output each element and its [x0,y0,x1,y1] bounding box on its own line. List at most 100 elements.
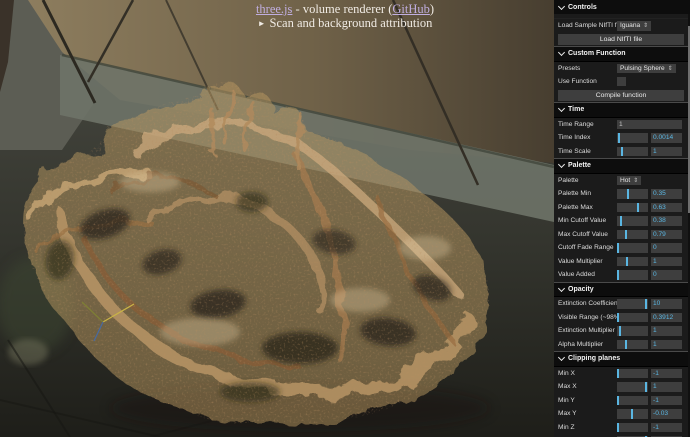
slider-handle[interactable] [618,133,620,143]
slider-handle[interactable] [617,396,619,406]
max-y-widget: -0.03 [617,409,684,419]
chevron-down-icon [558,285,565,292]
visible-range-98-slider[interactable] [617,313,648,323]
alpha-multiplier-slider[interactable] [617,340,648,350]
control-label: Value Multiplier [558,258,617,265]
extinction-multiplier-widget: 1 [617,326,684,336]
max-y-slider[interactable] [617,409,648,419]
slider-handle[interactable] [627,189,629,199]
value-multiplier-value[interactable]: 1 [651,257,682,267]
row-value-added: Value Added0 [554,268,688,282]
section-title-label: Clipping planes [568,355,620,362]
max-x-value[interactable]: 1 [651,382,682,392]
extinction-coefficient-value[interactable]: 10 [651,299,682,309]
extinction-coefficient-slider[interactable] [617,299,648,309]
slider-handle[interactable] [631,409,633,419]
control-label: Time Index [558,134,617,141]
slider-handle[interactable] [626,257,628,267]
compile-function-button[interactable]: Compile function [558,90,684,101]
extinction-coefficient-widget: 10 [617,299,684,309]
palette-max-value[interactable]: 0.63 [651,203,682,213]
section-title-custom-function[interactable]: Custom Function [554,46,688,62]
volume-renderer-app: three.js - volume renderer (GitHub) ►Sca… [0,0,690,437]
slider-handle[interactable] [617,369,619,379]
max-cutoff-value-widget: 0.79 [617,230,684,240]
min-y-value[interactable]: -1 [651,396,682,406]
control-label: Cutoff Fade Range [558,244,617,251]
max-cutoff-value-slider[interactable] [617,230,648,240]
section-title-palette[interactable]: Palette [554,158,688,174]
time-scale-value[interactable]: 1 [651,147,682,157]
slider-handle[interactable] [621,147,623,157]
github-link[interactable]: GitHub [392,2,430,16]
value-added-slider[interactable] [617,270,648,280]
value-multiplier-slider[interactable] [617,257,648,267]
control-label: Load Sample NIfTI file [558,22,617,29]
min-cutoff-value-widget: 0.38 [617,216,684,226]
title-text-close: ) [430,2,434,16]
value-added-value[interactable]: 0 [651,270,682,280]
min-z-slider[interactable] [617,423,648,433]
min-x-value[interactable]: -1 [651,369,682,379]
load-sample-nifti-file-select[interactable]: Iguana⇕ [617,21,651,31]
visible-range-98-value[interactable]: 0.3912 [651,313,682,323]
use-function-checkbox[interactable] [617,77,626,86]
palette-min-slider[interactable] [617,189,648,199]
slider-handle[interactable] [637,203,639,213]
row-time-range: Time Range1 [554,118,688,132]
min-z-value[interactable]: -1 [651,423,682,433]
section-title-label: Time [568,106,584,113]
min-y-slider[interactable] [617,396,648,406]
control-label: Use Function [558,78,617,85]
slider-handle[interactable] [617,423,619,433]
control-label: Min Y [558,397,617,404]
slider-handle[interactable] [619,326,621,336]
section-title-label: Custom Function [568,50,626,57]
slider-handle[interactable] [645,299,647,309]
use-function-widget [617,77,684,86]
controls-panel: Controls Load Sample NIfTI fileIguana⇕ Lo… [554,0,690,437]
time-scale-slider[interactable] [617,147,648,157]
chevron-down-icon [558,49,565,56]
max-x-slider[interactable] [617,382,648,392]
slider-handle[interactable] [617,313,619,323]
cutoff-fade-range-slider[interactable] [617,243,648,253]
panel-root-title[interactable]: Controls [554,0,690,15]
palette-select[interactable]: Hot⇕ [617,176,641,186]
palette-min-value[interactable]: 0.35 [651,189,682,199]
presets-select[interactable]: Pulsing Sphere⇕ [617,64,676,74]
max-cutoff-value-value[interactable]: 0.79 [651,230,682,240]
min-x-slider[interactable] [617,369,648,379]
time-index-slider[interactable] [617,133,648,143]
time-range-widget: 1 [617,120,684,130]
min-cutoff-value-slider[interactable] [617,216,648,226]
slider-handle[interactable] [625,230,627,240]
slider-handle[interactable] [645,382,647,392]
extinction-multiplier-value[interactable]: 1 [651,326,682,336]
row-visible-range-98: Visible Range (~98%)0.3912 [554,311,688,325]
control-label: Min Z [558,424,617,431]
time-index-value[interactable]: 0.0014 [651,133,682,143]
time-range-value[interactable]: 1 [617,120,682,130]
load-nifti-file-button[interactable]: Load NIfTI file [558,34,684,45]
alpha-multiplier-value[interactable]: 1 [651,340,682,350]
row-palette-min: Palette Min0.35 [554,187,688,201]
slider-handle[interactable] [620,216,622,226]
row-min-x: Min X-1 [554,367,688,381]
section-title-label: Opacity [568,286,594,293]
section-title-clipping-planes[interactable]: Clipping planes [554,351,688,367]
slider-handle[interactable] [617,243,619,253]
slider-handle[interactable] [625,340,627,350]
cutoff-fade-range-value[interactable]: 0 [651,243,682,253]
extinction-multiplier-slider[interactable] [617,326,648,336]
row-presets: PresetsPulsing Sphere⇕ [554,62,688,76]
slider-handle[interactable] [617,270,619,280]
palette-max-slider[interactable] [617,203,648,213]
max-y-value[interactable]: -0.03 [651,409,682,419]
palette-widget: Hot⇕ [617,176,684,186]
section-title-time[interactable]: Time [554,102,688,118]
title-text: - volume renderer ( [292,2,392,16]
min-cutoff-value-value[interactable]: 0.38 [651,216,682,226]
threejs-link[interactable]: three.js [256,2,292,16]
section-title-opacity[interactable]: Opacity [554,282,688,298]
